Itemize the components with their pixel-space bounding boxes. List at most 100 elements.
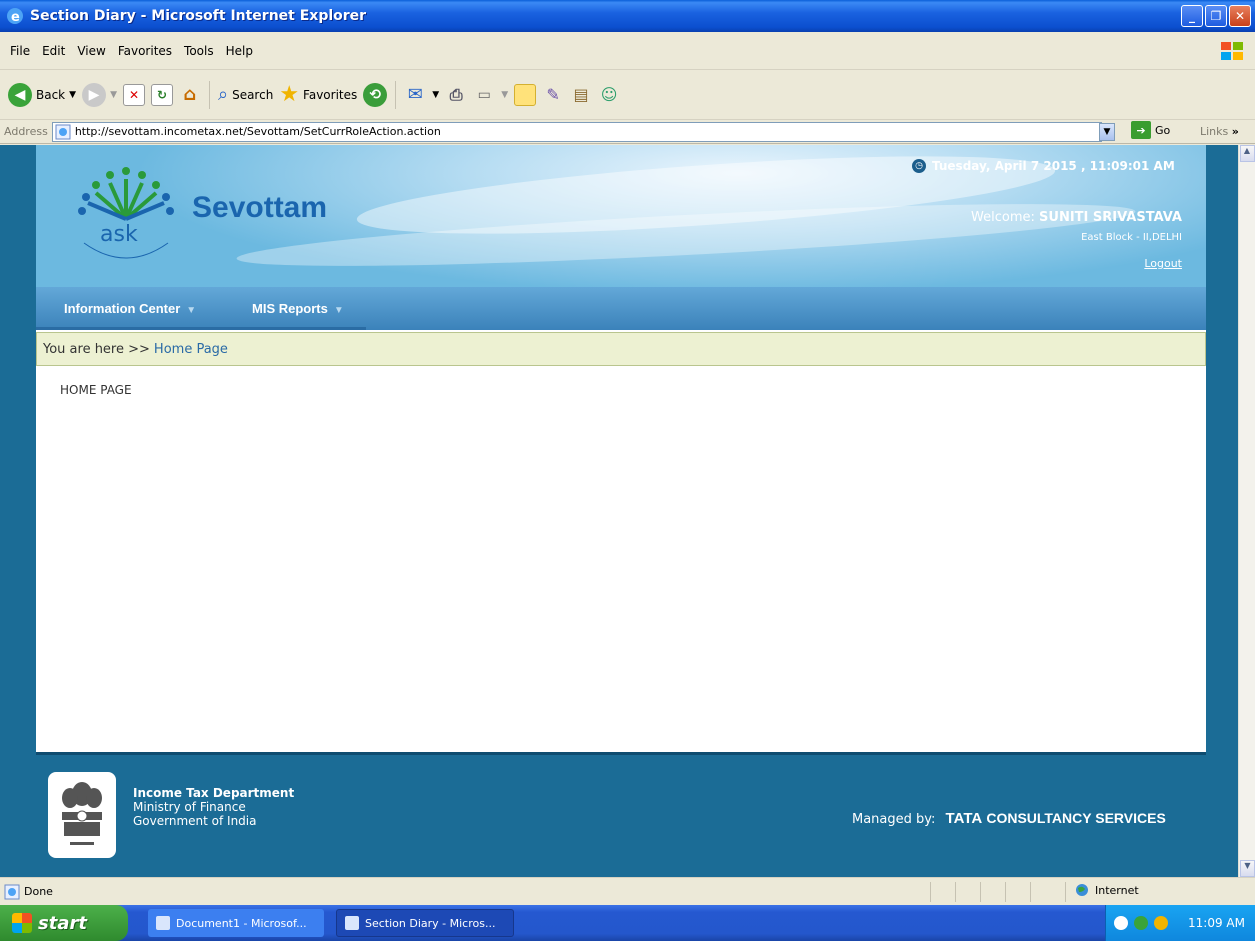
search-icon: ⌕ (217, 84, 229, 105)
nav-mis-reports[interactable]: MIS Reports ▼ (252, 301, 344, 316)
tcs-name: CONSULTANCY SERVICES (986, 810, 1166, 826)
page-title: HOME PAGE (60, 383, 132, 397)
menu-view[interactable]: View (77, 44, 105, 58)
status-divider (980, 882, 981, 902)
page-icon (55, 124, 71, 139)
search-button[interactable]: ⌕ Search (218, 84, 273, 105)
status-divider (1005, 882, 1006, 902)
menu-help[interactable]: Help (226, 44, 253, 58)
address-input[interactable]: http://sevottam.incometax.net/Sevottam/S… (51, 121, 1102, 142)
brand-name: Sevottam (192, 191, 328, 224)
forward-arrow-icon: ▶ (82, 82, 107, 107)
favorites-label: Favorites (303, 87, 358, 102)
menu-file[interactable]: File (10, 44, 30, 58)
maximize-button[interactable]: ❐ (1205, 5, 1227, 27)
status-divider (930, 882, 931, 902)
links-button[interactable]: Links » (1200, 125, 1239, 138)
nav-item-label: MIS Reports (252, 301, 328, 316)
taskbar-item-label: Section Diary - Micros... (365, 916, 496, 930)
address-label: Address (4, 125, 48, 138)
forward-dropdown-icon[interactable]: ▼ (110, 90, 117, 100)
go-button[interactable]: ➔ Go (1131, 121, 1170, 139)
contacts-icon[interactable]: ☺ (598, 84, 620, 106)
taskbar-item-document1[interactable]: Document1 - Microsof... (148, 909, 324, 937)
forward-button[interactable]: ▶ ▼ (82, 82, 117, 107)
taskbar-item-section-diary[interactable]: Section Diary - Micros... (336, 909, 514, 937)
research-icon[interactable]: ▤ (570, 84, 592, 106)
edit-dropdown-icon[interactable]: ▼ (501, 90, 508, 100)
nav-information-center[interactable]: Information Center ▼ (64, 301, 196, 316)
toolbar: ◀ Back ▼ ▶ ▼ ✕ ↻ ⌂ ⌕ Search ★ Favorites … (0, 70, 1255, 120)
logout-link[interactable]: Logout (1144, 257, 1182, 270)
clock-icon: ◷ (912, 159, 926, 173)
vertical-scrollbar[interactable]: ▲ ▼ (1238, 145, 1255, 877)
taskbar-item-label: Document1 - Microsof... (176, 916, 307, 930)
india-emblem-logo (48, 772, 116, 858)
close-button[interactable]: ✕ (1229, 5, 1251, 27)
footer-ministry: Ministry of Finance (133, 800, 246, 814)
security-zone[interactable]: Internet (1075, 883, 1139, 897)
window-titlebar[interactable]: e Section Diary - Microsoft Internet Exp… (0, 0, 1255, 32)
start-label: start (38, 912, 87, 934)
tata-logo: TATA (945, 810, 983, 827)
welcome-message: Welcome: SUNITI SRIVASTAVA (971, 210, 1182, 225)
status-divider (955, 882, 956, 902)
links-label: Links (1200, 125, 1229, 138)
breadcrumb-home-link[interactable]: Home Page (154, 342, 228, 357)
menu-tools[interactable]: Tools (184, 44, 214, 58)
address-bar: Address http://sevottam.incometax.net/Se… (0, 120, 1255, 144)
chevron-down-icon: ▼ (186, 305, 197, 316)
notes-icon[interactable] (514, 83, 537, 106)
footer-divider (36, 752, 1206, 755)
taskbar: start Document1 - Microsof... Section Di… (0, 905, 1255, 941)
start-button[interactable]: start (0, 905, 128, 941)
nav-item-label: Information Center (64, 301, 181, 316)
tray-expand-icon[interactable] (1114, 916, 1128, 930)
toolbar-separator (208, 80, 210, 109)
address-url: http://sevottam.incometax.net/Sevottam/S… (74, 125, 441, 138)
refresh-icon[interactable]: ↻ (150, 83, 173, 106)
word-document-icon (156, 916, 170, 930)
window-title: Section Diary - Microsoft Internet Explo… (30, 8, 367, 24)
go-arrow-icon: ➔ (1131, 121, 1151, 139)
minimize-button[interactable]: _ (1181, 5, 1203, 27)
status-divider (1065, 882, 1066, 902)
address-dropdown-icon[interactable]: ▼ (1099, 123, 1115, 141)
footer-department: Income Tax Department Ministry of Financ… (133, 786, 294, 828)
go-label: Go (1155, 123, 1171, 137)
back-button[interactable]: ◀ Back ▼ (8, 82, 76, 107)
scroll-down-icon[interactable]: ▼ (1240, 860, 1255, 877)
breadcrumb: You are here >> Home Page (36, 332, 1206, 366)
status-divider (1030, 882, 1031, 902)
ask-logo: ask (78, 167, 174, 259)
welcome-prefix: Welcome: (971, 210, 1035, 225)
back-dropdown-icon[interactable]: ▼ (69, 90, 76, 100)
main-nav: Information Center ▼ MIS Reports ▼ (36, 287, 1206, 330)
svg-text:ask: ask (100, 222, 138, 247)
home-icon[interactable]: ⌂ (179, 84, 201, 106)
messenger-icon[interactable]: ✎ (542, 84, 564, 106)
internet-explorer-icon (345, 916, 359, 930)
scroll-up-icon[interactable]: ▲ (1239, 145, 1255, 162)
menu-bar: File Edit View Favorites Tools Help (0, 32, 1255, 70)
history-icon[interactable]: ⟲ (363, 82, 388, 107)
menu-edit[interactable]: Edit (42, 44, 65, 58)
windows-logo-icon (1221, 42, 1243, 60)
volume-icon[interactable] (1154, 916, 1168, 930)
tray-clock[interactable]: 11:09 AM (1188, 916, 1245, 930)
page-done-icon (4, 884, 20, 899)
header-datetime: ◷ Tuesday, April 7 2015 , 11:09:01 AM (912, 159, 1175, 173)
mail-icon[interactable]: ✉ (404, 84, 426, 106)
stop-icon[interactable]: ✕ (122, 83, 145, 106)
links-chevron-icon: » (1231, 125, 1239, 138)
edit-icon[interactable]: ▭ (473, 84, 495, 106)
mail-dropdown-icon[interactable]: ▼ (432, 90, 439, 100)
svg-text:e: e (11, 10, 20, 25)
footer-government: Government of India (133, 814, 257, 828)
network-icon[interactable] (1134, 916, 1148, 930)
print-icon[interactable]: ⎙ (445, 84, 467, 106)
back-arrow-icon: ◀ (8, 82, 32, 107)
favorites-button[interactable]: ★ Favorites (279, 82, 357, 107)
menu-favorites[interactable]: Favorites (118, 44, 172, 58)
nav-active-indicator (36, 327, 366, 330)
